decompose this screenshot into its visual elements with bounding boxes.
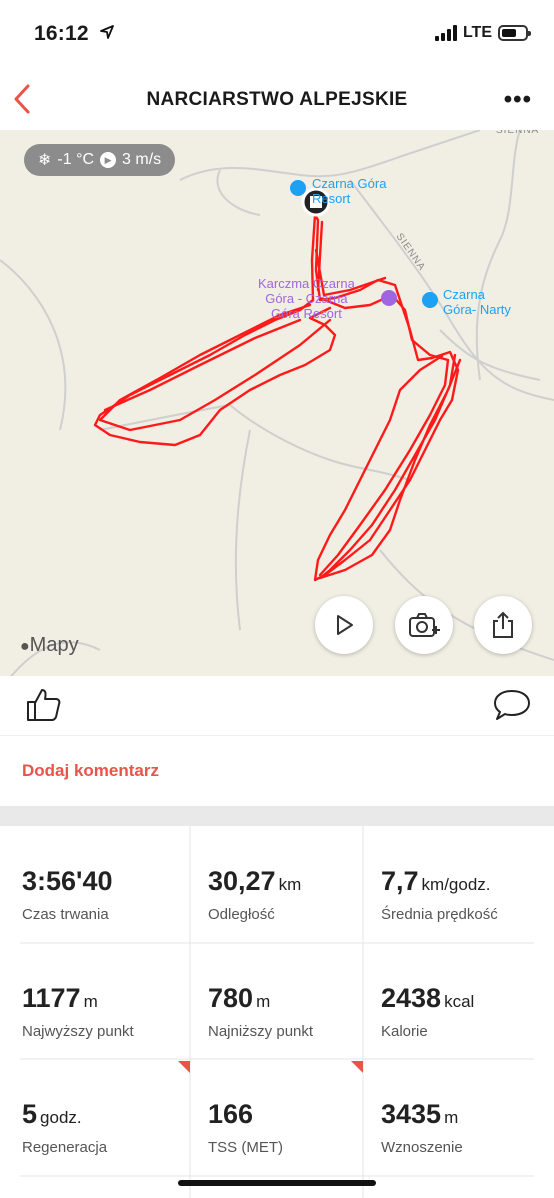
snowflake-icon: ❄ [38, 152, 52, 169]
stat-calories[interactable]: 2438 kcal Kalorie [381, 943, 553, 1059]
thumbs-up-icon [27, 689, 61, 721]
home-indicator [178, 1180, 376, 1186]
stat-min-altitude[interactable]: 780 m Najniższy punkt [208, 943, 380, 1059]
status-time: 16:12 [34, 22, 115, 46]
play-route-button[interactable] [315, 596, 373, 654]
navigation-bar: NARCIARSTWO ALPEJSKIE ••• [0, 70, 554, 130]
page-title: NARCIARSTWO ALPEJSKIE [146, 89, 408, 110]
status-indicators: LTE [434, 24, 531, 42]
social-actions-bar [0, 676, 554, 736]
stat-tss[interactable]: 166 TSS (MET) [208, 1059, 380, 1175]
add-photo-button[interactable] [395, 596, 453, 654]
section-divider [0, 806, 554, 826]
like-button[interactable] [24, 686, 64, 729]
location-arrow-icon [99, 22, 115, 46]
more-options-button[interactable]: ••• [504, 86, 532, 114]
stat-max-altitude[interactable]: 1177 m Najwyższy punkt [22, 943, 194, 1059]
cellular-signal-icon [434, 25, 457, 41]
network-type: LTE [462, 24, 492, 41]
narty-poi-icon [422, 292, 438, 308]
speech-bubble-icon [494, 690, 530, 720]
poi-label-resort[interactable]: Czarna Góra Resort [312, 176, 386, 206]
map-attribution: ●Mapy [20, 634, 79, 656]
stat-distance[interactable]: 30,27 km Odległość [208, 826, 380, 942]
clock-text: 16:12 [34, 22, 89, 45]
status-bar: 16:12 LTE [0, 0, 554, 70]
battery-icon [498, 25, 531, 41]
add-comment-link[interactable]: Dodaj komentarz [22, 761, 159, 781]
share-icon [493, 611, 513, 638]
street-label-top: SIENNA [496, 130, 539, 136]
stat-recovery[interactable]: 5 godz. Regeneracja [22, 1059, 194, 1175]
resort-poi-icon [290, 180, 306, 196]
street-label-diag: SIENNA [394, 231, 428, 273]
weather-badge: ❄ -1 °C ▶ 3 m/s [24, 144, 176, 176]
comment-button[interactable] [492, 688, 532, 727]
map-canvas: SIENNA SIENNA [0, 130, 554, 676]
camera-plus-icon [409, 613, 440, 637]
weather-temperature: -1 °C [57, 151, 95, 168]
wind-direction-icon: ▶ [100, 152, 117, 168]
poi-label-narty[interactable]: Czarna Góra- Narty [443, 287, 511, 317]
info-corner-indicator [178, 1061, 190, 1073]
poi-label-karczma[interactable]: Karczma Czarna Góra - Czarna Góra Resort [258, 276, 355, 321]
info-corner-indicator [351, 1061, 363, 1073]
stat-avg-speed[interactable]: 7,7 km/godz. Średnia prędkość [381, 826, 553, 942]
stat-duration[interactable]: 3:56'40 Czas trwania [22, 826, 194, 942]
stat-ascent[interactable]: 3435 m Wznoszenie [381, 1059, 553, 1175]
route-map[interactable]: SIENNA SIENNA Czarna Góra Resort Karczma… [0, 130, 554, 676]
ski-route-track [93, 208, 462, 582]
restaurant-poi-icon [381, 290, 397, 306]
play-icon [337, 615, 353, 635]
share-button[interactable] [474, 596, 532, 654]
apple-logo-icon: ● [20, 638, 30, 655]
weather-wind: 3 m/s [122, 151, 162, 168]
